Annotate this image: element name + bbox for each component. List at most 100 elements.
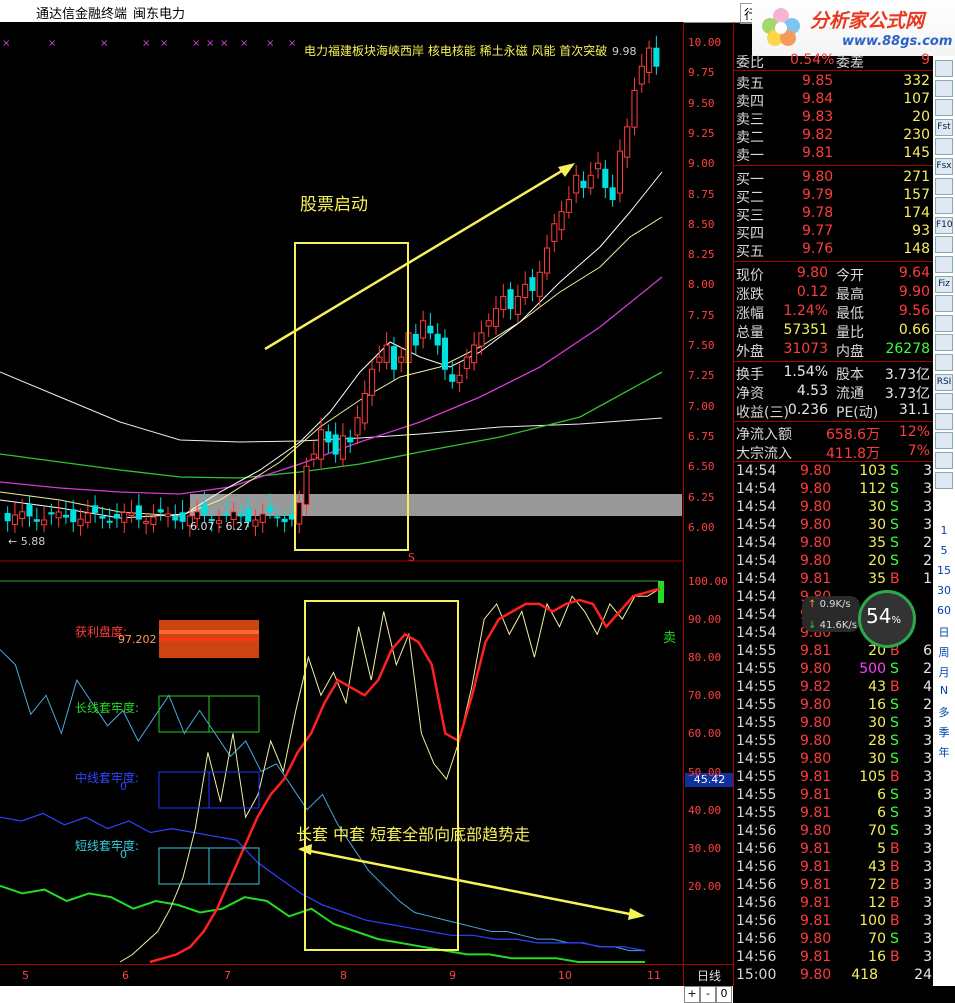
fund-value: 0.236	[787, 402, 828, 418]
bid-volume: 174	[903, 205, 930, 221]
tick-side: B	[890, 913, 900, 929]
tick-count: 2	[923, 661, 932, 677]
flow-value: 411.8万	[826, 446, 881, 462]
tool-icon-fiz[interactable]: Fiz	[935, 275, 953, 293]
tick-price: 9.81	[800, 841, 832, 857]
tool-icon[interactable]	[935, 295, 953, 313]
tool-icon[interactable]	[935, 177, 953, 195]
tick-count: 2	[923, 697, 932, 713]
price-tick: 6.00	[688, 520, 715, 534]
tool-icon-rsi[interactable]: RSI	[935, 373, 953, 391]
tool-icon[interactable]	[935, 79, 953, 97]
period-tab[interactable]: 月	[933, 664, 955, 680]
tool-icon[interactable]	[935, 412, 953, 430]
period-tab[interactable]: 日	[933, 624, 955, 640]
fund-value: 3.73亿	[884, 386, 930, 402]
period-tab[interactable]: 30	[933, 584, 955, 597]
tick-count: 24	[914, 967, 932, 983]
zoom-out-button[interactable]: -	[700, 986, 716, 1003]
tool-icon[interactable]	[935, 256, 953, 273]
signal-mark: ×	[2, 38, 10, 49]
tick-time: 14:54	[736, 517, 777, 533]
candle-body	[354, 417, 361, 436]
network-speed-widget[interactable]: ↑ 0.9K/s ↓ 41.6K/s 54%	[800, 590, 916, 660]
tool-icon-fsx[interactable]: Fsx	[935, 158, 953, 175]
x-label: 9	[449, 969, 456, 982]
indicator-chart[interactable]: 获利盘度: 97.202 长线套牢度: 中线套牢度: 0 短线套牢度: 0 长套…	[0, 562, 683, 964]
bid-price: 9.78	[802, 205, 834, 221]
tool-icon-f10[interactable]: F10	[935, 216, 953, 234]
candle-body	[631, 89, 638, 128]
period-tab[interactable]: 5	[933, 544, 955, 557]
indicator-tick: 90.00	[688, 613, 722, 627]
range-label: 6.07 - 6.27	[190, 520, 250, 533]
tool-icon[interactable]	[935, 334, 953, 352]
indicator-tick: 30.00	[688, 841, 722, 855]
stat-label: 现价	[736, 268, 764, 284]
tick-side: S	[890, 715, 899, 731]
period-tab[interactable]: 季	[933, 724, 955, 740]
period-tab[interactable]: 15	[933, 564, 955, 577]
tool-icon[interactable]	[935, 393, 953, 411]
tick-price: 9.81	[800, 787, 832, 803]
candle-body	[543, 247, 551, 274]
candle-body	[463, 356, 470, 369]
tick-count: 3	[923, 805, 932, 821]
order-ratio-label: 委比	[736, 55, 764, 71]
candle-body	[478, 332, 485, 347]
tick-time: 14:56	[736, 841, 777, 857]
tick-price: 9.81	[800, 805, 832, 821]
stat-value: 9.56	[898, 303, 930, 319]
period-tab[interactable]: N	[933, 684, 955, 697]
candle-body	[179, 512, 186, 522]
tick-volume: 70	[868, 931, 886, 947]
tick-count: 3	[923, 841, 932, 857]
period-label[interactable]: 日线	[683, 964, 734, 987]
ask-price: 9.85	[802, 73, 834, 89]
candle-body	[369, 368, 376, 396]
tool-icon-fst[interactable]: Fst	[935, 118, 953, 136]
price-tick: 7.25	[688, 369, 715, 383]
tick-price: 9.80	[800, 715, 832, 731]
tick-side: B	[890, 895, 900, 911]
short-value: 0	[120, 848, 127, 861]
period-tab[interactable]: 多	[933, 704, 955, 720]
candle-body	[412, 333, 419, 346]
indicator-tick: 50.00	[688, 765, 722, 779]
tick-count: 3	[923, 481, 932, 497]
tool-icon[interactable]	[935, 432, 953, 450]
zoom-in-button[interactable]: +	[684, 986, 700, 1003]
candle-body	[580, 180, 587, 188]
tool-icon[interactable]	[935, 314, 953, 332]
x-label: 5	[22, 969, 29, 982]
tool-icon[interactable]	[935, 236, 953, 254]
tool-icon[interactable]	[935, 60, 953, 77]
app-title: 通达信金融终端	[36, 7, 128, 22]
tool-icon[interactable]	[935, 197, 953, 215]
bid-price: 9.79	[802, 187, 834, 203]
stat-value: 26278	[885, 341, 930, 357]
annotation-trend: 长套 中套 短套全部向底部趋势走	[296, 825, 530, 844]
tick-volume: 16	[868, 697, 886, 713]
tool-icon[interactable]	[935, 452, 953, 469]
candle-body	[318, 429, 325, 460]
period-tab[interactable]: 60	[933, 604, 955, 617]
tick-price: 9.80	[800, 931, 832, 947]
period-tab[interactable]: 1	[933, 524, 955, 537]
tool-icon[interactable]	[935, 354, 953, 371]
indicator-tick: 70.00	[688, 689, 722, 703]
candle-body	[587, 174, 594, 189]
price-chart[interactable]: × × × × × × × × × × × 股票启动 电力福建板块海峡西岸 核电核能 稀土永磁 风能…	[0, 22, 683, 562]
sell-marker: S	[408, 551, 415, 562]
tool-icon[interactable]	[935, 471, 953, 489]
price-tick: 9.50	[688, 96, 715, 110]
tick-time: 14:56	[736, 931, 777, 947]
tick-count: 3	[923, 859, 932, 875]
stat-label: 总量	[736, 325, 764, 341]
tool-icon[interactable]	[935, 99, 953, 117]
reset-button[interactable]: 0	[716, 986, 732, 1003]
period-tab[interactable]: 年	[933, 744, 955, 760]
tool-icon[interactable]	[935, 138, 953, 156]
period-tab[interactable]: 周	[933, 644, 955, 660]
candle-body	[492, 308, 500, 327]
